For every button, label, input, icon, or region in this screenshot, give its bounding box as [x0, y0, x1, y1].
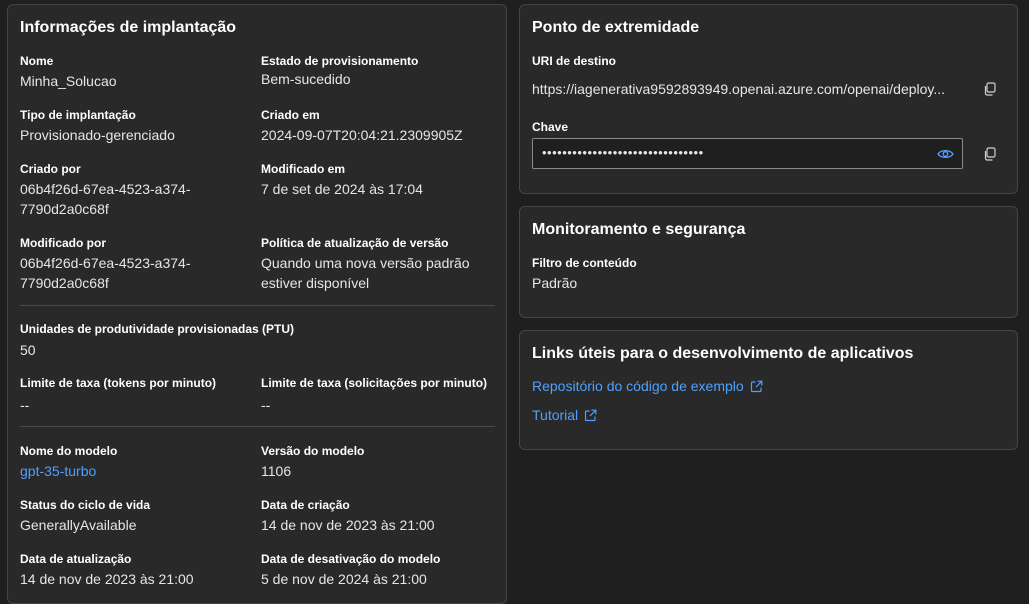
field-label-model-name: Nome do modelo	[20, 444, 118, 458]
field-label-retirement-date: Data de desativação do modelo	[261, 552, 441, 566]
field-value-name: Minha_Solucao	[20, 73, 117, 89]
field-value-created-by: 06b4f26d-67ea-4523-a374-7790d2a0c68f	[20, 181, 191, 217]
copy-icon[interactable]	[983, 82, 997, 96]
deployment-info-title: Informações de implantação	[20, 19, 237, 36]
content-filter-value: Padrão	[532, 275, 578, 291]
field-label-lifecycle-status: Status do ciclo de vida	[20, 498, 151, 512]
monitoring-title: Monitoramento e segurança	[532, 221, 746, 238]
divider	[20, 426, 495, 427]
field-label-creation-date: Data de criação	[261, 498, 350, 512]
field-label-update-date: Data de atualização	[20, 552, 132, 566]
sample-code-link-label: Repositório do código de exemplo	[532, 378, 744, 394]
field-value-ptu: 50	[20, 342, 36, 358]
field-value-model-version: 1106	[261, 463, 292, 479]
deployment-info-card: Informações de implantação Nome Minha_So…	[7, 4, 507, 604]
key-field[interactable]: ••••••••••••••••••••••••••••••••	[532, 138, 963, 169]
uri-value: https://iagenerativa9592893949.openai.az…	[532, 81, 946, 97]
tutorial-link[interactable]: Tutorial	[532, 407, 597, 423]
field-label-version-policy: Política de atualização de versão	[261, 236, 449, 250]
key-label: Chave	[532, 120, 569, 134]
useful-links-card: Links úteis para o desenvolvimento de ap…	[519, 330, 1018, 450]
field-value-retirement-date: 5 de nov de 2024 às 21:00	[261, 571, 427, 587]
field-value-modified-at: 7 de set de 2024 às 17:04	[261, 181, 423, 197]
field-label-ptu: Unidades de produtividade provisionadas …	[20, 322, 295, 336]
useful-links-title: Links úteis para o desenvolvimento de ap…	[532, 345, 914, 362]
field-value-deployment-type: Provisionado-gerenciado	[20, 127, 175, 143]
field-label-modified-by: Modificado por	[20, 236, 106, 250]
endpoint-card: Ponto de extremidade URI de destino http…	[519, 4, 1018, 194]
model-name-link[interactable]: gpt-35-turbo	[20, 461, 96, 481]
field-value-creation-date: 14 de nov de 2023 às 21:00	[261, 517, 435, 533]
monitoring-card: Monitoramento e segurança Filtro de cont…	[519, 206, 1018, 318]
field-label-modified-at: Modificado em	[261, 162, 346, 176]
field-label-created-by: Criado por	[20, 162, 81, 176]
field-value-update-date: 14 de nov de 2023 às 21:00	[20, 571, 194, 587]
endpoint-title: Ponto de extremidade	[532, 19, 700, 36]
divider	[20, 305, 495, 306]
content-filter-label: Filtro de conteúdo	[532, 256, 637, 270]
field-value-created-at: 2024-09-07T20:04:21.2309905Z	[261, 127, 463, 143]
field-value-rate-limit-requests: --	[261, 397, 271, 413]
field-label-rate-limit-requests: Limite de taxa (solicitações por minuto)	[261, 376, 488, 390]
sample-code-link[interactable]: Repositório do código de exemplo	[532, 378, 763, 394]
tutorial-link-label: Tutorial	[532, 407, 579, 423]
external-link-icon	[750, 380, 763, 393]
field-label-rate-limit-tokens: Limite de taxa (tokens por minuto)	[20, 376, 217, 390]
eye-icon[interactable]	[937, 148, 954, 160]
field-value-lifecycle-status: GenerallyAvailable	[20, 517, 137, 533]
field-label-provisioning-state: Estado de provisionamento	[261, 54, 419, 68]
key-value: ••••••••••••••••••••••••••••••••	[542, 145, 704, 160]
field-label-created-at: Criado em	[261, 108, 320, 122]
uri-label: URI de destino	[532, 54, 617, 68]
field-label-model-version: Versão do modelo	[261, 444, 365, 458]
field-value-provisioning-state: Bem-sucedido	[261, 71, 351, 87]
field-value-modified-by: 06b4f26d-67ea-4523-a374-7790d2a0c68f	[20, 255, 191, 291]
field-label-name: Nome	[20, 54, 54, 68]
external-link-icon	[585, 409, 597, 422]
field-label-deployment-type: Tipo de implantação	[20, 108, 136, 122]
field-value-rate-limit-tokens: --	[20, 397, 30, 413]
copy-icon[interactable]	[983, 147, 997, 161]
field-value-version-policy: Quando uma nova versão padrão estiver di…	[261, 255, 470, 291]
